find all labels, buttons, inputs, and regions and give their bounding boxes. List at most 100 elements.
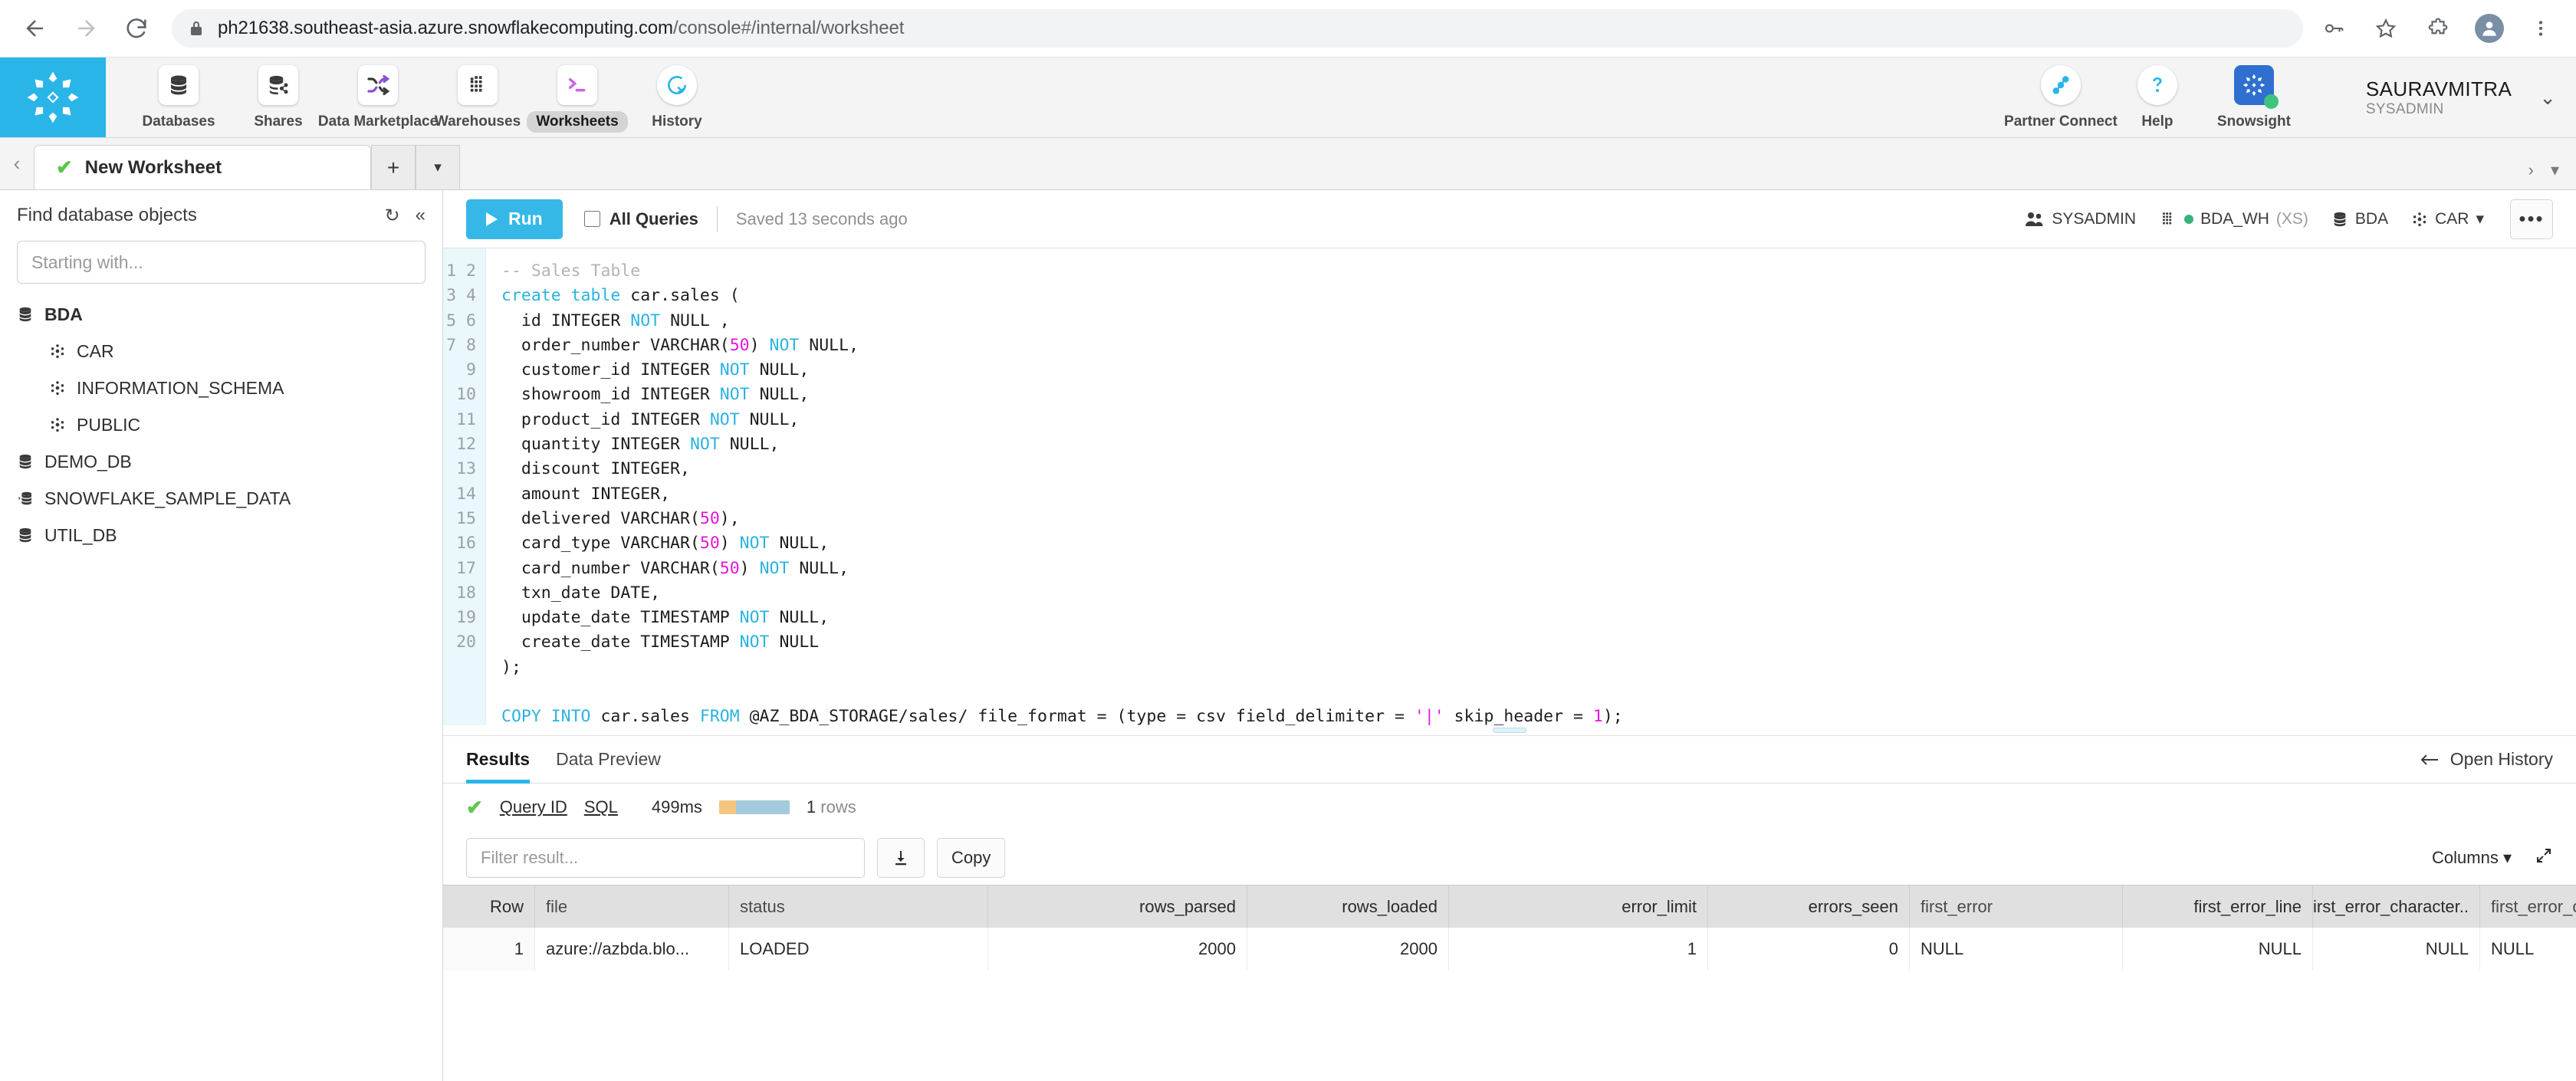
query-id-link[interactable]: Query ID <box>500 797 567 817</box>
database-icon <box>19 307 31 322</box>
worksheet-dropdown-button[interactable]: ▾ <box>416 145 460 189</box>
column-header[interactable]: first_error_character.. <box>2313 886 2480 928</box>
copy-button[interactable]: Copy <box>937 838 1006 878</box>
table-cell[interactable]: 1 <box>443 928 535 971</box>
open-history-button[interactable]: Open History <box>2420 749 2553 770</box>
puzzle-icon[interactable] <box>2423 13 2453 44</box>
address-bar[interactable]: ph21638.southeast-asia.azure.snowflakeco… <box>172 9 2303 48</box>
snowsight-status-dot <box>2263 94 2279 109</box>
tab-data-preview[interactable]: Data Preview <box>556 736 661 783</box>
column-header[interactable]: first_error_line <box>2123 886 2313 928</box>
column-header[interactable]: error_limit <box>1449 886 1708 928</box>
table-cell[interactable]: NULL <box>2123 928 2313 971</box>
header-right: Partner Connect Help Snowsight SAURAVMIT… <box>2004 58 2576 137</box>
context-warehouse[interactable]: BDA_WH (XS) <box>2151 210 2316 228</box>
nav-item-worksheets[interactable]: Worksheets <box>527 62 628 133</box>
tree-node-information-schema[interactable]: INFORMATION_SCHEMA <box>17 370 426 406</box>
table-cell[interactable]: 2000 <box>988 928 1247 971</box>
nav-item-warehouses[interactable]: Warehouses <box>429 62 526 133</box>
worksheet-list-caret-icon[interactable]: ▾ <box>2551 160 2559 180</box>
sql-editor[interactable]: 1 2 3 4 5 6 7 8 9 10 11 12 13 14 15 16 1… <box>443 248 2576 725</box>
context-caret-icon[interactable]: ▾ <box>2476 209 2484 228</box>
splitter-grip[interactable] <box>1493 728 1526 733</box>
nav-item-data-marketplace[interactable]: Data Marketplace <box>318 62 438 133</box>
run-button[interactable]: Run <box>466 199 563 239</box>
all-queries-checkbox[interactable] <box>583 211 600 227</box>
expand-icon[interactable] <box>2535 846 2553 869</box>
browser-toolbar-right <box>2318 13 2556 44</box>
nav-label-worksheets: Worksheets <box>527 111 628 133</box>
table-cell[interactable]: 1 <box>1449 928 1708 971</box>
back-arrow-icon[interactable] <box>20 13 51 44</box>
context-role[interactable]: SYSADMIN <box>2017 210 2144 228</box>
help-icon <box>2137 65 2177 105</box>
table-cell[interactable]: LOADED <box>729 928 988 971</box>
star-icon[interactable] <box>2371 13 2401 44</box>
table-row[interactable]: 1 azure://azbda.blo... LOADED 2000 2000 1 0 NUL… <box>443 928 2576 971</box>
nav-item-help[interactable]: Help <box>2109 62 2206 133</box>
results-filter-bar: Copy Columns ▾ <box>443 831 2576 885</box>
tree-node-snowflake-sample-data[interactable]: SNOWFLAKE_SAMPLE_DATA <box>17 480 426 517</box>
browser-chrome: ph21638.southeast-asia.azure.snowflakeco… <box>0 0 2576 58</box>
column-header[interactable]: rows_parsed <box>988 886 1247 928</box>
add-worksheet-button[interactable]: + <box>371 145 416 189</box>
tree-node-car[interactable]: CAR <box>17 333 426 370</box>
user-menu[interactable]: SAURAVMITRA SYSADMIN <box>2343 77 2512 118</box>
column-header[interactable]: status <box>729 886 988 928</box>
tree-label: CAR <box>77 340 114 361</box>
nav-item-snowsight[interactable]: Snowsight <box>2206 62 2302 133</box>
table-cell[interactable]: 0 <box>1708 928 1910 971</box>
more-options-button[interactable]: ••• <box>2510 199 2553 239</box>
table-cell[interactable]: NULL <box>1910 928 2123 971</box>
kebab-menu-icon[interactable] <box>2525 13 2556 44</box>
tab-results[interactable]: Results <box>466 736 531 784</box>
nav-label-shares: Shares <box>254 113 303 130</box>
collapse-icon[interactable]: « <box>416 205 426 227</box>
key-icon[interactable] <box>2318 13 2349 44</box>
table-cell[interactable]: NULL <box>2480 928 2576 971</box>
profile-avatar[interactable] <box>2475 14 2504 43</box>
editor-code[interactable]: -- Sales Table create table car.sales ( i… <box>486 248 2576 725</box>
column-header[interactable]: file <box>535 886 729 928</box>
check-icon: ✔ <box>56 156 73 179</box>
nav-item-databases[interactable]: Databases <box>130 62 227 133</box>
database-search-input[interactable] <box>17 241 426 284</box>
forward-arrow-icon[interactable] <box>71 13 101 44</box>
reload-icon[interactable] <box>121 13 152 44</box>
tree-node-util-db[interactable]: UTIL_DB <box>17 517 426 554</box>
run-button-label: Run <box>508 209 543 228</box>
query-duration: 499ms <box>651 797 702 816</box>
warehouse-status-dot <box>2184 214 2194 224</box>
nav-item-partner-connect[interactable]: Partner Connect <box>2004 62 2118 133</box>
context-warehouse-size: (XS) <box>2275 209 2308 228</box>
worksheet-tab-new-worksheet[interactable]: ✔ New Worksheet <box>34 145 371 189</box>
column-header[interactable]: errors_seen <box>1708 886 1910 928</box>
tree-node-demo-db[interactable]: DEMO_DB <box>17 443 426 480</box>
filter-result-input[interactable] <box>466 838 865 878</box>
column-header[interactable]: first_error <box>1910 886 2123 928</box>
column-header[interactable]: Row <box>443 886 535 928</box>
context-database[interactable]: BDA <box>2324 210 2396 228</box>
columns-button[interactable]: Columns ▾ <box>2432 848 2512 868</box>
context-schema[interactable]: CAR ▾ <box>2404 209 2492 228</box>
column-header[interactable]: first_error_column_nam <box>2480 886 2576 928</box>
tree-node-bda[interactable]: BDA <box>17 296 426 333</box>
refresh-icon[interactable]: ↻ <box>385 205 400 227</box>
snowflake-logo[interactable] <box>0 58 106 137</box>
nav-item-history[interactable]: History <box>629 62 725 133</box>
table-cell[interactable]: 2000 <box>1247 928 1449 971</box>
url-host: ph21638.southeast-asia.azure.snowflakeco… <box>218 18 673 38</box>
table-cell[interactable]: azure://azbda.blo... <box>535 928 729 971</box>
chevron-right-icon[interactable]: › <box>2528 160 2534 180</box>
column-header[interactable]: rows_loaded <box>1247 886 1449 928</box>
download-button[interactable] <box>877 838 925 878</box>
results-table[interactable]: Row file status rows_parsed rows_loaded error… <box>443 885 2576 1081</box>
code-line: create_date TIMESTAMP NOT NULL <box>501 632 820 652</box>
editor-results-splitter[interactable] <box>443 725 2576 736</box>
chevron-down-icon[interactable]: ⌄ <box>2539 86 2556 110</box>
table-cell[interactable]: NULL <box>2313 928 2480 971</box>
tree-node-public[interactable]: PUBLIC <box>17 406 426 443</box>
all-queries-control[interactable]: All Queries <box>583 209 698 229</box>
sql-link[interactable]: SQL <box>584 797 618 817</box>
chevron-left-icon[interactable]: ‹ <box>0 138 34 189</box>
